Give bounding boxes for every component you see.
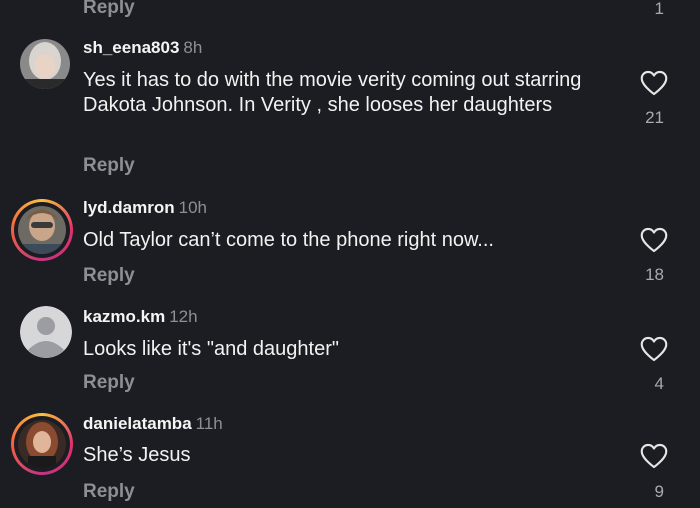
avatar xyxy=(18,206,66,254)
comment-text: Yes it has to do with the movie verity c… xyxy=(83,69,582,116)
avatar xyxy=(18,420,66,468)
comment-text: Looks like it's "and daughter" xyxy=(83,338,339,360)
username[interactable]: danielatamba xyxy=(83,414,192,433)
reply-button[interactable]: Reply xyxy=(83,0,135,19)
avatar[interactable] xyxy=(20,39,70,89)
timestamp: 11h xyxy=(195,414,223,433)
heart-outline-icon[interactable] xyxy=(640,70,668,96)
comment-text: Old Taylor can’t come to the phone right… xyxy=(83,229,494,251)
timestamp: 8h xyxy=(183,38,203,57)
avatar-photo xyxy=(18,420,66,468)
username[interactable]: lyd.damron xyxy=(83,198,175,217)
avatar-photo xyxy=(20,39,70,89)
avatar-story-ring[interactable] xyxy=(11,413,73,475)
reply-button[interactable]: Reply xyxy=(83,372,135,394)
comment-text: She’s Jesus xyxy=(83,444,191,466)
default-avatar-icon xyxy=(20,306,72,358)
avatar-ring-gap xyxy=(14,202,70,258)
heart-outline-icon[interactable] xyxy=(640,443,668,469)
reply-button[interactable]: Reply xyxy=(83,481,135,503)
comment-header: danielatamba 11h xyxy=(83,414,223,434)
avatar[interactable] xyxy=(20,306,72,358)
timestamp: 10h xyxy=(178,198,207,217)
comment-header: kazmo.km 12h xyxy=(83,307,198,327)
reply-button[interactable]: Reply xyxy=(83,265,135,287)
username[interactable]: kazmo.km xyxy=(83,307,165,326)
heart-outline-icon[interactable] xyxy=(640,227,668,253)
comment-header: sh_eena803 8h xyxy=(83,38,202,58)
like-count: 21 xyxy=(645,108,664,127)
avatar-photo xyxy=(18,206,66,254)
like-count: 1 xyxy=(654,0,664,18)
like-count: 9 xyxy=(654,482,664,501)
avatar-story-ring[interactable] xyxy=(11,199,73,261)
like-count: 4 xyxy=(654,374,664,393)
reply-button[interactable]: Reply xyxy=(83,155,135,177)
like-count: 18 xyxy=(645,265,664,284)
comment-header: lyd.damron 10h xyxy=(83,198,207,218)
timestamp: 12h xyxy=(169,307,198,326)
avatar-ring-gap xyxy=(14,416,70,472)
username[interactable]: sh_eena803 xyxy=(83,38,179,57)
heart-outline-icon[interactable] xyxy=(640,336,668,362)
